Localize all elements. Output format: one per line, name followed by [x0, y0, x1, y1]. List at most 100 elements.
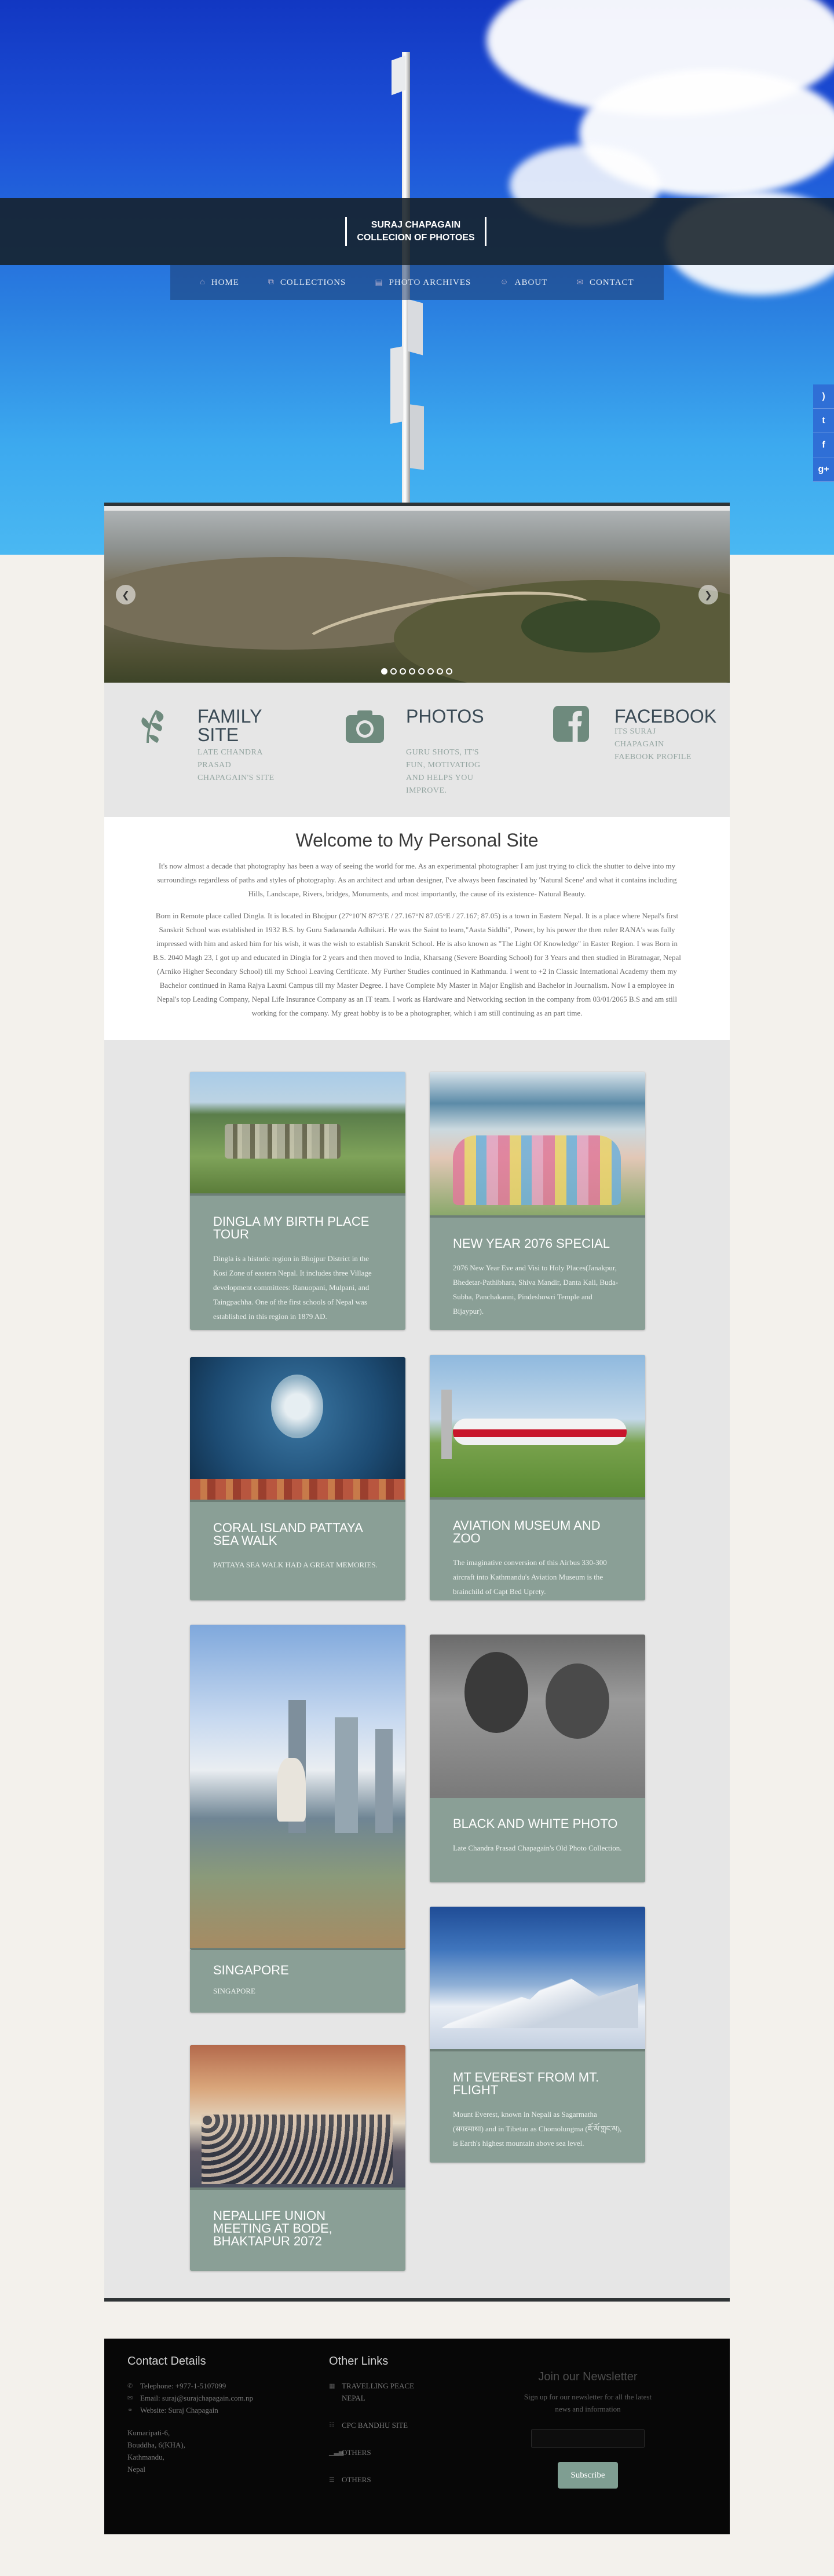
list-icon: ☰	[329, 2476, 335, 2483]
main-container: ❮ ❯ FAMILY SITE LATE CHANDRA PRASAD CHAP…	[104, 503, 730, 2302]
footer-links-title: Other Links	[329, 2355, 389, 2368]
feature-title: PHOTOS	[406, 706, 484, 727]
footer-link[interactable]: ☰ OTHERS	[329, 2474, 445, 2486]
gallery-card[interactable]: DINGLA MY BIRTH PLACE TOUR Dingla is a h…	[190, 1072, 405, 1330]
feature-facebook[interactable]: FACEBOOK ITS SURAJ CHAPAGAIN FAEBOOK PRO…	[521, 683, 730, 817]
google-plus-icon[interactable]: g+	[813, 457, 834, 482]
rss-icon[interactable]: )	[813, 384, 834, 409]
card-text: SINGAPORE	[213, 1987, 255, 1995]
footer-email[interactable]: ✉ Email: suraj@surajchapagain.com.np	[127, 2392, 278, 2404]
gallery-card[interactable]	[190, 1625, 405, 1950]
slider-dot[interactable]	[400, 668, 406, 675]
newsletter-text: Sign up for our newsletter for all the l…	[524, 2392, 652, 2413]
village-houses	[225, 1124, 341, 1159]
nav-item-home[interactable]: ⌂ HOME	[185, 278, 254, 288]
envelope-icon: ✉	[127, 2394, 133, 2402]
archive-icon: ▤	[375, 278, 383, 287]
footer-link[interactable]: ▦ TRAVELLING PEACE NEPAL	[329, 2380, 445, 2404]
prayer-flag	[410, 404, 424, 470]
card-title: SINGAPORE	[213, 1963, 289, 1977]
nav-label: CONTACT	[590, 277, 634, 287]
feature-text: ITS SURAJ CHAPAGAIN FAEBOOK PROFILE	[614, 727, 692, 761]
facebook-icon[interactable]: f	[813, 433, 834, 457]
card-image	[430, 1635, 645, 1798]
footer-website[interactable]: ⚭ Website: Suraj Chapagain	[127, 2404, 278, 2416]
image-slider: ❮ ❯	[104, 511, 730, 683]
newsletter-email-input[interactable]	[531, 2429, 645, 2448]
gallery-card[interactable]: MT EVEREST FROM MT. FLIGHT Mount Everest…	[430, 1907, 645, 2163]
footer-link[interactable]: ▁▃▅ OTHERS	[329, 2446, 445, 2458]
address-line: Nepal	[127, 2465, 146, 2474]
feature-title: FACEBOOK	[614, 706, 717, 727]
slider-dot[interactable]	[437, 668, 443, 675]
skyscraper	[335, 1717, 358, 1833]
aircraft	[453, 1419, 627, 1445]
slider-next-button[interactable]: ❯	[698, 585, 718, 604]
phone-icon: ✆	[127, 2382, 133, 2390]
slider-dot[interactable]	[427, 668, 434, 675]
slider-dot[interactable]	[409, 668, 415, 675]
nav-label: COLLECTIONS	[280, 277, 346, 287]
tower	[441, 1390, 452, 1459]
nav-item-collections[interactable]: ⧉ COLLECTIONS	[254, 278, 361, 288]
home-icon: ⌂	[200, 278, 206, 287]
gallery-card[interactable]: CORAL ISLAND PATTAYA SEA WALK PATTAYA SE…	[190, 1357, 405, 1600]
merlion-statue	[277, 1758, 306, 1822]
slider-dot[interactable]	[418, 668, 425, 675]
card-title: DINGLA MY BIRTH PLACE TOUR	[213, 1214, 370, 1241]
card-text: Dingla is a historic region in Bhojpur D…	[213, 1254, 372, 1321]
slider-dot[interactable]	[381, 668, 387, 675]
nav-item-photo-archives[interactable]: ▤ PHOTO ARCHIVES	[360, 278, 485, 288]
diver-helmet	[271, 1375, 323, 1438]
site-title[interactable]: SURAJ CHAPAGAIN COLLECION OF PHOTOES	[345, 217, 487, 246]
gallery-card-caption[interactable]: SINGAPORE SINGAPORE	[190, 1950, 405, 2013]
twitter-icon[interactable]: t	[813, 409, 834, 433]
card-image	[430, 1355, 645, 1500]
card-text: 2076 New Year Eve and Visi to Holy Place…	[453, 1263, 619, 1316]
tags-icon: ⧉	[268, 278, 275, 287]
coral	[190, 1479, 405, 1500]
gallery-card[interactable]: NEW YEAR 2076 SPECIAL 2076 New Year Eve …	[430, 1072, 645, 1330]
card-text: The imaginative conversion of this Airbu…	[453, 1558, 607, 1596]
slider-dot[interactable]	[390, 668, 397, 675]
footer-contact: Contact Details ✆ Telephone: +977-1-5107…	[127, 2355, 278, 2475]
facebook-icon	[553, 706, 589, 742]
link-icon: ⚭	[127, 2406, 133, 2414]
feature-photos[interactable]: PHOTOS GURU SHOTS, IT'S FUN, MOTIVATIOG …	[313, 683, 521, 817]
nav-item-contact[interactable]: ✉ CONTACT	[562, 278, 648, 288]
email-text: Email: suraj@surajchapagain.com.np	[140, 2394, 253, 2402]
welcome-heading: Welcome to My Personal Site	[295, 830, 539, 851]
footer-link-label: TRAVELLING PEACE NEPAL	[342, 2381, 415, 2402]
welcome-paragraph: Born in Remote place called Dingla. It i…	[153, 911, 681, 1017]
slider-prev-button[interactable]: ❮	[116, 585, 136, 604]
address-line: Kathmandu,	[127, 2453, 164, 2461]
chart-icon: ▁▃▅	[329, 2449, 344, 2456]
address-line: Kumaripati-6,	[127, 2428, 170, 2437]
prayer-flag	[392, 55, 405, 96]
card-text: Late Chandra Prasad Chapagain's Old Phot…	[453, 1844, 622, 1852]
gallery-card[interactable]: NEPALLIFE UNION MEETING AT BODE, BHAKTAP…	[190, 2045, 405, 2271]
welcome-paragraph: It's now almost a decade that photograph…	[157, 862, 677, 898]
gallery-card[interactable]: AVIATION MUSEUM AND ZOO The imaginative …	[430, 1355, 645, 1600]
subscribe-button[interactable]: Subscribe	[558, 2462, 618, 2489]
slider-dot[interactable]	[446, 668, 452, 675]
feature-family-site[interactable]: FAMILY SITE LATE CHANDRA PRASAD CHAPAGAI…	[104, 683, 313, 817]
footer-link-label: OTHERS	[342, 2448, 371, 2457]
feature-text: LATE CHANDRA PRASAD CHAPAGAIN'S SITE	[197, 748, 275, 782]
footer-telephone: ✆ Telephone: +977-1-5107099	[127, 2380, 278, 2392]
slider-trees	[521, 600, 660, 653]
news-icon: ▦	[329, 2382, 335, 2390]
card-image	[430, 1072, 645, 1218]
footer-link[interactable]: ☷ CPC BANDHU SITE	[329, 2419, 445, 2431]
gallery-card[interactable]: BLACK AND WHITE PHOTO Late Chandra Prasa…	[430, 1635, 645, 1882]
nav-item-about[interactable]: ☺ ABOUT	[485, 278, 562, 288]
welcome-section: Welcome to My Personal Site It's now alm…	[104, 817, 730, 1040]
mountain	[441, 1971, 638, 2028]
footer-link-label: CPC BANDHU SITE	[342, 2421, 408, 2430]
comment-icon: ✉	[576, 278, 584, 287]
footer: Contact Details ✆ Telephone: +977-1-5107…	[104, 2339, 730, 2534]
prayer-flag	[408, 299, 423, 356]
telephone-text: Telephone: +977-1-5107099	[140, 2381, 226, 2390]
site-title-line1: SURAJ CHAPAGAIN	[371, 220, 461, 230]
card-image	[430, 1907, 645, 2051]
